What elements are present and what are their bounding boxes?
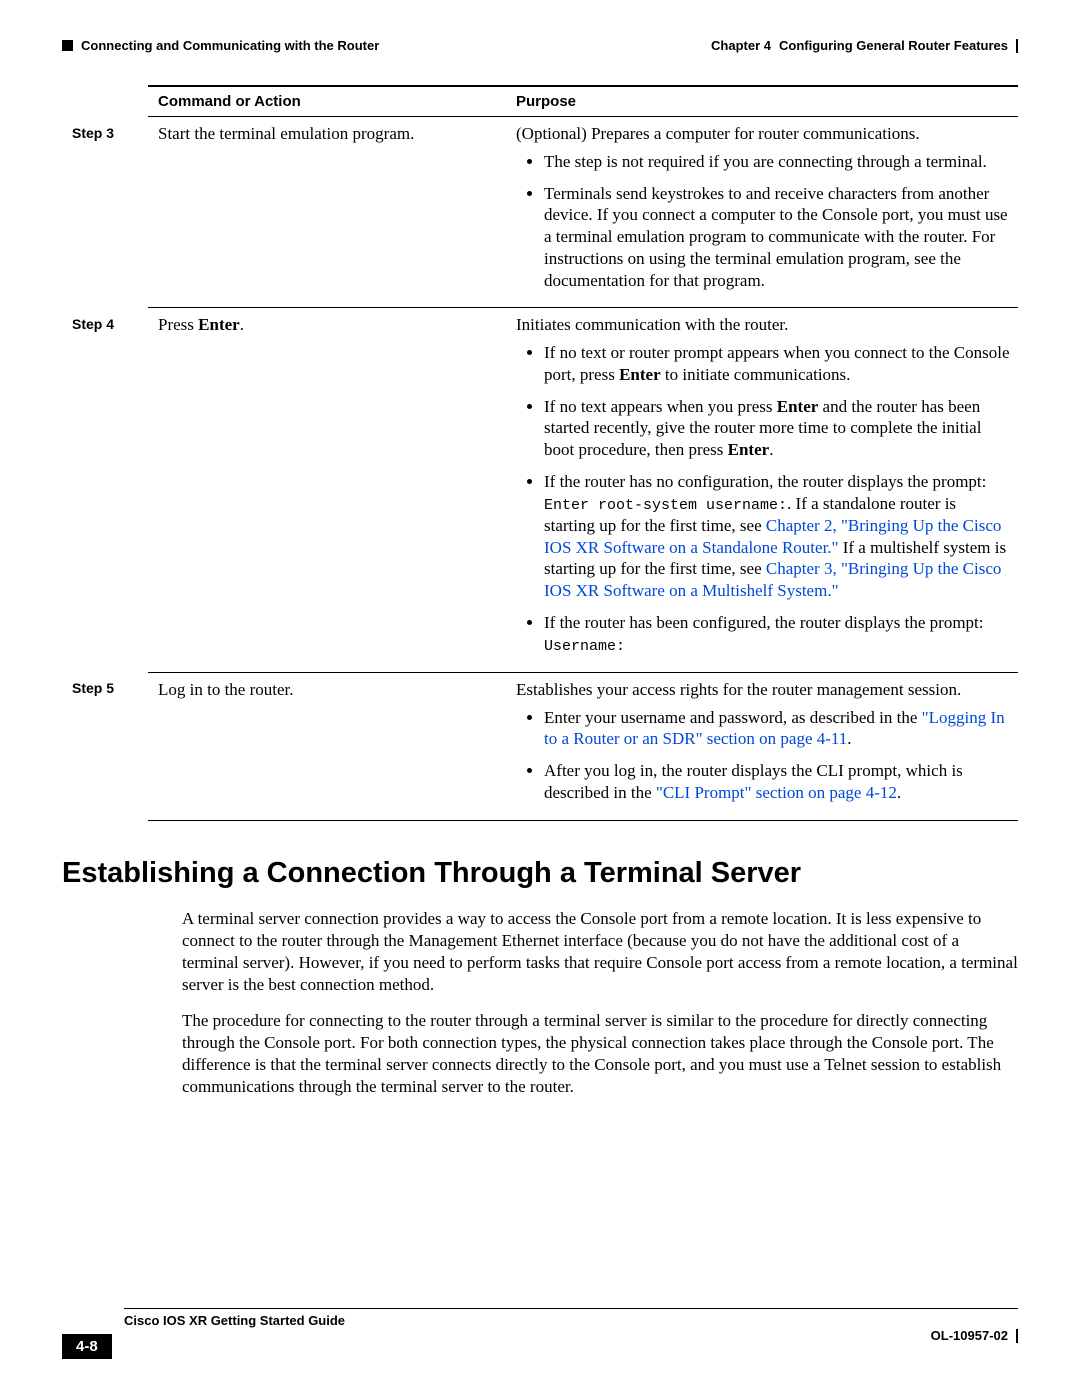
purpose-cell: Initiates communication with the router.… — [506, 308, 1018, 672]
purpose-cell: Establishes your access rights for the r… — [506, 672, 1018, 820]
header-chapter-label: Chapter 4 — [711, 38, 771, 53]
list-item: If the router has no configuration, the … — [544, 471, 1010, 602]
doc-number: OL-10957-02 — [931, 1328, 1008, 1343]
link-cli-prompt[interactable]: "CLI Prompt" section on page 4-12 — [656, 783, 897, 802]
list-item: If the router has been configured, the r… — [544, 612, 1010, 656]
command-cell: Press Enter. — [148, 308, 506, 672]
step-label: Step 4 — [62, 308, 148, 672]
list-item: Terminals send keystrokes to and receive… — [544, 183, 1010, 292]
command-cell: Start the terminal emulation program. — [148, 117, 506, 308]
body-paragraph: The procedure for connecting to the rout… — [182, 1010, 1018, 1098]
page-footer: Cisco IOS XR Getting Started Guide 4-8 O… — [62, 1308, 1018, 1359]
purpose-cell: (Optional) Prepares a computer for route… — [506, 117, 1018, 308]
page-number: 4-8 — [62, 1334, 112, 1359]
step-label: Step 5 — [62, 672, 148, 820]
list-item: After you log in, the router displays th… — [544, 760, 1010, 804]
page-header: Connecting and Communicating with the Ro… — [62, 38, 1018, 53]
bullet-square-icon — [62, 40, 73, 51]
divider-icon — [1016, 1329, 1018, 1343]
table-row: Step 3 Start the terminal emulation prog… — [62, 117, 1018, 308]
table-row: Step 4 Press Enter. Initiates communicat… — [62, 308, 1018, 672]
list-item: If no text or router prompt appears when… — [544, 342, 1010, 386]
section-heading: Establishing a Connection Through a Term… — [62, 857, 1018, 890]
list-item: Enter your username and password, as des… — [544, 707, 1010, 751]
footer-guide-title: Cisco IOS XR Getting Started Guide — [124, 1313, 345, 1328]
steps-table: Command or Action Purpose Step 3 Start t… — [62, 85, 1018, 821]
col-command: Command or Action — [148, 86, 506, 117]
list-item: If no text appears when you press Enter … — [544, 396, 1010, 461]
header-chapter-title: Configuring General Router Features — [779, 38, 1008, 53]
list-item: The step is not required if you are conn… — [544, 151, 1010, 173]
divider-icon — [1016, 39, 1018, 53]
step-label: Step 3 — [62, 117, 148, 308]
header-section: Connecting and Communicating with the Ro… — [81, 38, 379, 53]
table-row: Step 5 Log in to the router. Establishes… — [62, 672, 1018, 820]
body-paragraph: A terminal server connection provides a … — [182, 908, 1018, 996]
col-purpose: Purpose — [506, 86, 1018, 117]
command-cell: Log in to the router. — [148, 672, 506, 820]
